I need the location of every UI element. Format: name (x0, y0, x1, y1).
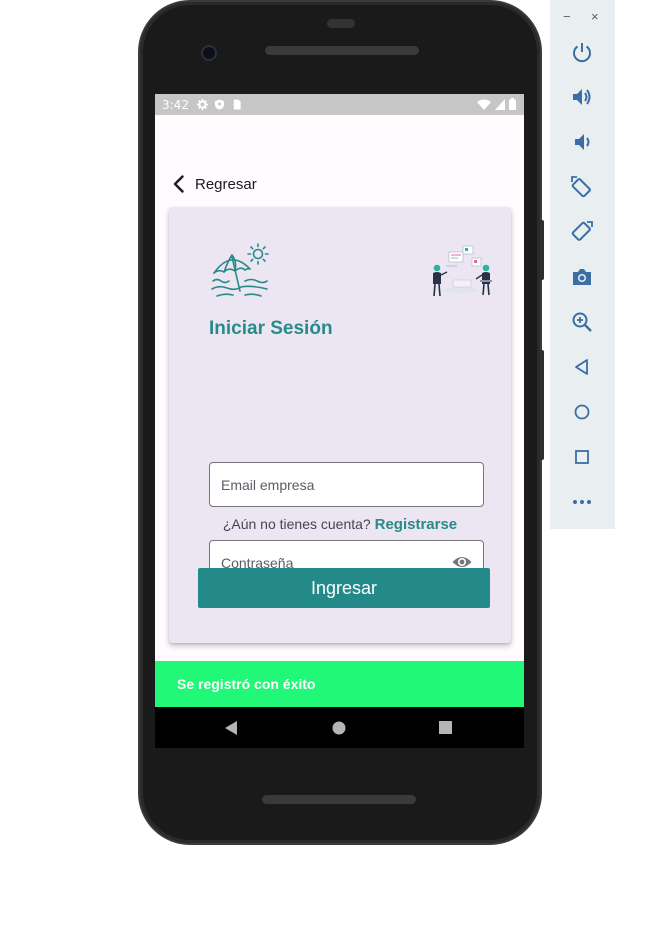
battery-icon (509, 98, 516, 110)
rotate-left-button[interactable] (570, 175, 594, 199)
back-label: Regresar (195, 175, 257, 193)
zoom-icon (572, 312, 592, 332)
rotate-left-icon (571, 176, 591, 198)
back-button[interactable]: Regresar (172, 172, 257, 196)
success-snackbar: Se registró con éxito (155, 661, 524, 707)
screenshot-button[interactable] (570, 265, 594, 289)
nav-home-icon[interactable] (332, 721, 346, 735)
system-nav-bar (155, 707, 524, 748)
close-window-button[interactable]: × (591, 9, 599, 24)
volume-up-icon (573, 89, 591, 105)
email-input[interactable] (221, 463, 451, 506)
overview-icon (575, 450, 589, 464)
wifi-icon (477, 99, 491, 110)
zoom-button[interactable] (570, 310, 594, 334)
phone-screen: 3:42 Regresar Iniciar Sesión Email empre… (155, 94, 524, 748)
emu-overview-button[interactable] (570, 445, 594, 469)
sim-card-icon (233, 99, 241, 110)
camera-icon (573, 269, 591, 285)
more-icon (573, 500, 591, 504)
top-speaker-grille (265, 46, 419, 55)
bottom-speaker-grille (262, 795, 416, 804)
back-icon (575, 359, 588, 375)
status-right-icons (477, 98, 516, 110)
cell-signal-icon (495, 98, 505, 110)
beach-umbrella-illustration (211, 243, 269, 297)
emu-back-button[interactable] (570, 355, 594, 379)
rotate-right-button[interactable] (570, 220, 594, 244)
power-button[interactable] (570, 40, 594, 64)
home-icon (574, 404, 590, 420)
signup-row: ¿Aún no tienes cuenta? Registrarse (169, 516, 511, 533)
phone-side-button (540, 220, 544, 280)
status-time: 3:42 (162, 97, 189, 112)
chevron-left-icon (173, 175, 184, 193)
page-title: Iniciar Sesión (209, 318, 333, 339)
settings-icon (196, 99, 208, 110)
minimize-button[interactable]: − (563, 9, 571, 24)
volume-up-button[interactable] (570, 85, 594, 109)
emulator-toolbar: − × (550, 0, 615, 529)
login-button[interactable]: Ingresar (198, 568, 490, 608)
rotate-right-icon (571, 221, 593, 241)
volume-down-icon (575, 134, 590, 150)
status-bar: 3:42 (155, 94, 524, 115)
phone-volume-button (540, 350, 544, 460)
emu-home-button[interactable] (570, 400, 594, 424)
signup-link[interactable]: Registrarse (375, 516, 458, 533)
power-icon (573, 43, 591, 63)
signup-prompt: ¿Aún no tienes cuenta? (222, 516, 371, 532)
nav-overview-icon[interactable] (439, 721, 452, 734)
emu-more-button[interactable] (570, 490, 594, 514)
snackbar-message: Se registró con éxito (177, 676, 316, 692)
login-card: Iniciar Sesión ¿Aún no tienes cuenta? Re… (169, 207, 511, 643)
front-camera (201, 45, 217, 61)
earpiece-notch (327, 19, 355, 28)
emulator-stage: 3:42 Regresar Iniciar Sesión Email empre… (0, 0, 647, 929)
nav-back-icon[interactable] (225, 721, 238, 735)
email-field[interactable] (209, 462, 484, 507)
office-meeting-illustration (433, 245, 492, 297)
volume-down-button[interactable] (570, 130, 594, 154)
shield-icon (214, 99, 225, 110)
